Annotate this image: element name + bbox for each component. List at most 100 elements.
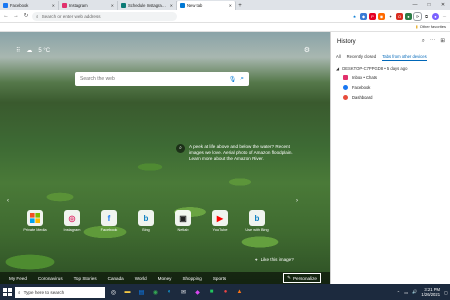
collections-icon[interactable]: ⧉ bbox=[423, 13, 430, 20]
minimize-icon[interactable]: — bbox=[408, 0, 422, 10]
tab-new-tab[interactable]: New tab ✕ bbox=[177, 1, 236, 10]
history-tab-recently-closed[interactable]: Recently closed bbox=[347, 54, 377, 61]
personalize-button[interactable]: ✎ Personalize bbox=[283, 273, 321, 283]
app-icon[interactable]: ■ bbox=[206, 287, 217, 298]
quick-link-bing[interactable]: b Bing bbox=[131, 210, 161, 232]
quick-link-instagram[interactable]: ◎ Instagram bbox=[57, 210, 87, 232]
feed-my-feed[interactable]: My Feed bbox=[9, 276, 27, 281]
task-view-icon[interactable]: ◎ bbox=[108, 287, 119, 298]
history-actions: ⌕ ⋯ ⊞ bbox=[422, 38, 445, 45]
gear-icon[interactable]: ⚙ bbox=[304, 46, 310, 54]
app-icon[interactable]: ● bbox=[220, 287, 231, 298]
history-tab-other-devices[interactable]: Tabs from other devices bbox=[382, 54, 427, 61]
chevron-up-icon[interactable]: ⌃ bbox=[397, 290, 401, 295]
folder-icon: ▮ bbox=[415, 24, 418, 29]
back-icon[interactable]: ← bbox=[2, 12, 10, 20]
refresh-icon[interactable]: ↻ bbox=[22, 12, 30, 20]
history-icon[interactable]: ⟳ bbox=[413, 11, 422, 21]
feed-coronavirus[interactable]: Coronavirus bbox=[38, 276, 63, 281]
history-item[interactable]: Facebook bbox=[343, 85, 377, 90]
mail-icon[interactable]: ✉ bbox=[178, 287, 189, 298]
network-icon[interactable]: ▭ bbox=[404, 290, 408, 295]
temperature: 5 °C bbox=[38, 47, 51, 54]
more-icon[interactable]: ⋯ bbox=[430, 38, 436, 45]
feed-money[interactable]: Money bbox=[158, 276, 172, 281]
close-window-icon[interactable]: ✕ bbox=[436, 0, 450, 10]
close-icon[interactable]: ✕ bbox=[52, 3, 55, 8]
history-list: Inbox • Chats Facebook Dashboard bbox=[343, 75, 377, 100]
profile-icon[interactable]: ● bbox=[432, 12, 439, 20]
store-icon[interactable]: ▤ bbox=[136, 287, 147, 298]
pin-icon[interactable]: ⊞ bbox=[440, 38, 445, 45]
camera-icon: ⌕ bbox=[176, 144, 185, 153]
shopping-icon[interactable]: ◉ bbox=[378, 12, 385, 20]
new-tab-button[interactable]: + bbox=[236, 1, 244, 10]
microphone-icon[interactable]: 🎙 bbox=[229, 76, 237, 83]
app-icon[interactable]: ◆ bbox=[192, 287, 203, 298]
close-icon[interactable]: ✕ bbox=[229, 3, 232, 8]
quick-link-youtube[interactable]: ▶ YouTube bbox=[205, 210, 235, 232]
other-favorites[interactable]: ▮ Other favorites bbox=[416, 24, 446, 29]
tab-facebook[interactable]: Facebook ✕ bbox=[0, 1, 59, 10]
windows-start-icon[interactable] bbox=[2, 287, 12, 297]
device-header[interactable]: ◢ DESKTOP-C7PPGD8 • 5 days ago bbox=[336, 66, 407, 71]
more-icon[interactable]: ⋯ bbox=[441, 13, 448, 20]
history-item-label: Facebook bbox=[352, 85, 371, 90]
circle-icon[interactable]: ● bbox=[405, 12, 412, 20]
tab-title: Instagram bbox=[69, 3, 88, 8]
weather-widget[interactable]: ⠿ ☁ 5 °C bbox=[16, 47, 51, 55]
chevron-right-icon[interactable]: › bbox=[296, 198, 298, 204]
history-tab-all[interactable]: All bbox=[336, 54, 341, 61]
puzzle-icon[interactable]: ✦ bbox=[387, 13, 394, 20]
search-icon[interactable]: ⌕ bbox=[422, 38, 425, 45]
feed-canada[interactable]: Canada bbox=[108, 276, 124, 281]
feed-shopping[interactable]: Shopping bbox=[182, 276, 201, 281]
tab-schedule[interactable]: Schedule Instagram Posts Free ✕ bbox=[118, 1, 177, 10]
clock[interactable]: 3:21 PM 1/26/2021 bbox=[421, 287, 440, 297]
quick-link-private-media[interactable]: Private Media bbox=[20, 210, 50, 232]
feed-world[interactable]: World bbox=[135, 276, 147, 281]
quick-link-use-with-bing[interactable]: b Use with Bing bbox=[242, 210, 272, 232]
window-controls: — □ ✕ bbox=[408, 0, 450, 10]
file-explorer-icon[interactable]: ▬ bbox=[122, 287, 133, 298]
tab-instagram[interactable]: Instagram ✕ bbox=[59, 1, 118, 10]
edge-icon[interactable]: ◐ bbox=[164, 287, 175, 298]
news-feed-bar: My Feed Coronavirus Top Stories Canada W… bbox=[0, 272, 330, 284]
notifications-icon[interactable]: ▢ bbox=[444, 290, 448, 295]
quick-link-netlab[interactable]: ▣ Netlab bbox=[168, 210, 198, 232]
tab-title: Schedule Instagram Posts Free bbox=[128, 3, 168, 8]
web-search-box[interactable]: Search the web 🎙 ⌕ bbox=[75, 72, 249, 86]
search-icon[interactable]: ⌕ bbox=[240, 75, 244, 83]
pinterest-icon[interactable]: P bbox=[369, 12, 376, 20]
image-info[interactable]: ⌕ A peek at life above and below the wat… bbox=[176, 144, 296, 161]
chrome-icon[interactable]: ◉ bbox=[150, 287, 161, 298]
history-tabs: All Recently closed Tabs from other devi… bbox=[336, 54, 427, 61]
new-tab-page: ⠿ ☁ 5 °C ⚙ Search the web 🎙 ⌕ ⌕ A peek a… bbox=[0, 32, 330, 284]
search-input[interactable]: Search the web bbox=[80, 76, 225, 82]
address-bar[interactable]: ⌕ Search or enter web address bbox=[32, 11, 177, 21]
opera-icon[interactable]: O bbox=[396, 12, 403, 20]
schedule-icon bbox=[121, 3, 126, 8]
instagram-icon bbox=[343, 75, 348, 80]
app-icon[interactable]: ▲ bbox=[234, 287, 245, 298]
like-image-link[interactable]: ⌖ Like this image? bbox=[255, 257, 294, 262]
maximize-icon[interactable]: □ bbox=[422, 0, 436, 10]
volume-icon[interactable]: 🔊 bbox=[412, 289, 417, 295]
forward-icon[interactable]: → bbox=[12, 12, 20, 20]
close-icon[interactable]: ✕ bbox=[111, 3, 114, 8]
chevron-left-icon[interactable]: ‹ bbox=[7, 198, 9, 204]
close-icon[interactable]: ✕ bbox=[170, 3, 173, 8]
quick-link-facebook[interactable]: f Facebook bbox=[94, 210, 124, 232]
history-item[interactable]: Inbox • Chats bbox=[343, 75, 377, 80]
shield-icon[interactable]: ◆ bbox=[360, 12, 367, 20]
bing-icon: b bbox=[138, 210, 154, 226]
apps-grid-icon[interactable]: ⠿ bbox=[16, 47, 20, 54]
taskbar-search[interactable]: ⌕ Type here to search bbox=[15, 286, 105, 298]
pencil-icon: ✎ bbox=[287, 275, 291, 280]
history-item[interactable]: Dashboard bbox=[343, 95, 377, 100]
feed-sports[interactable]: Sports bbox=[213, 276, 226, 281]
star-icon[interactable]: ★ bbox=[351, 13, 358, 20]
quick-link-label: Private Media bbox=[23, 228, 47, 232]
feed-top-stories[interactable]: Top Stories bbox=[74, 276, 97, 281]
taskbar-search-placeholder: Type here to search bbox=[23, 289, 65, 295]
